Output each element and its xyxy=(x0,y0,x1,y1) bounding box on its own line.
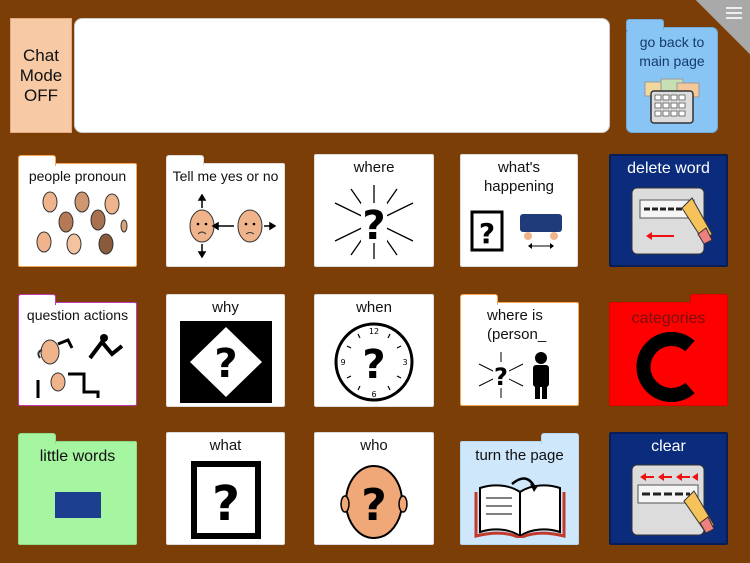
tile-label: Tell me yes or no xyxy=(172,168,279,184)
tile-label: where is (person_ xyxy=(487,307,547,343)
tile-yes-or-no[interactable]: Tell me yes or no xyxy=(166,155,285,267)
people-faces-icon xyxy=(36,191,127,255)
tile-label: what's happening xyxy=(483,159,555,195)
tile-whats-happening[interactable]: what's happening ? xyxy=(460,154,578,267)
tile-label: delete word xyxy=(627,160,710,177)
where-question-icon: ? xyxy=(334,184,414,259)
tile-label: when xyxy=(356,299,392,316)
svg-text:?: ? xyxy=(214,341,237,387)
svg-text:9: 9 xyxy=(340,358,345,367)
tile-what[interactable]: what ? xyxy=(166,432,285,545)
clear-eraser-icon xyxy=(631,464,714,535)
where-is-person-icon: ? xyxy=(478,351,549,399)
whats-happening-icon: ? xyxy=(470,210,562,252)
tile-question-actions[interactable]: question actions xyxy=(18,294,137,406)
svg-text:6: 6 xyxy=(371,390,376,399)
message-window[interactable] xyxy=(74,18,610,133)
tile-delete-word[interactable]: delete word xyxy=(609,154,728,267)
tile-when[interactable]: when 12 3 6 9 ? xyxy=(314,294,434,407)
svg-text:3: 3 xyxy=(402,358,407,367)
chat-mode-label: Chat Mode OFF xyxy=(19,45,63,105)
tile-label: clear xyxy=(651,438,686,455)
tile-where[interactable]: where ? xyxy=(314,154,434,267)
hamburger-menu-icon xyxy=(726,7,742,22)
tile-label: why xyxy=(212,299,239,316)
svg-text:?: ? xyxy=(479,217,495,250)
tile-categories[interactable]: categories xyxy=(609,294,728,406)
yes-no-faces-icon xyxy=(189,194,276,258)
tile-label: where xyxy=(353,159,395,176)
tile-who[interactable]: who ? xyxy=(314,432,434,545)
letter-c-icon xyxy=(636,331,695,402)
svg-text:?: ? xyxy=(362,342,385,388)
eraser-icon xyxy=(631,187,713,254)
why-diamond-icon: ? xyxy=(179,320,272,403)
svg-text:?: ? xyxy=(212,476,240,532)
what-question-icon: ? xyxy=(190,460,261,539)
blue-rectangle-icon xyxy=(54,492,101,518)
svg-text:?: ? xyxy=(361,480,387,531)
tile-people-pronoun[interactable]: people pronoun xyxy=(18,155,137,267)
tile-label: turn the page xyxy=(475,447,564,464)
question-actions-icon xyxy=(36,334,123,398)
svg-text:?: ? xyxy=(494,363,508,391)
chat-mode-button[interactable]: Chat Mode OFF xyxy=(10,18,72,133)
tile-label: question actions xyxy=(26,307,129,323)
clock-question-icon: 12 3 6 9 ? xyxy=(334,322,414,401)
menu-corner-button[interactable] xyxy=(696,0,750,54)
tile-why[interactable]: why ? xyxy=(166,294,285,407)
tile-little-words[interactable]: little words xyxy=(18,433,137,545)
tile-turn-the-page[interactable]: turn the page xyxy=(460,433,579,545)
tile-label: who xyxy=(360,437,388,454)
who-head-icon: ? xyxy=(340,464,408,539)
tile-label: what xyxy=(209,437,242,454)
svg-text:?: ? xyxy=(362,203,385,249)
svg-text:12: 12 xyxy=(369,327,379,336)
keyboard-folders-icon xyxy=(644,78,700,124)
tile-where-is-person[interactable]: where is (person_ ? xyxy=(460,294,579,406)
tile-label: categories xyxy=(631,310,706,327)
tile-label: little words xyxy=(39,448,116,465)
book-icon xyxy=(474,476,565,538)
tile-label: people pronoun xyxy=(28,168,127,184)
tile-clear[interactable]: clear xyxy=(609,432,728,545)
